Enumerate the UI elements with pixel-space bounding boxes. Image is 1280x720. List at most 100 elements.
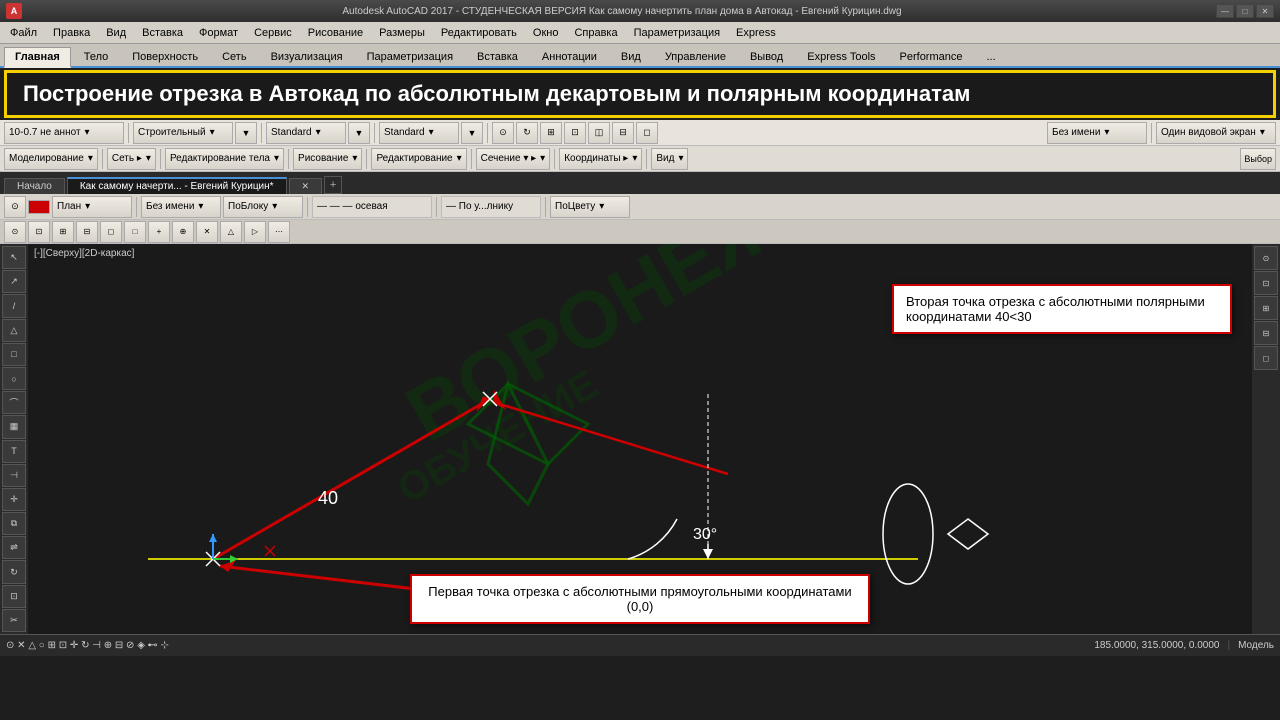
- tab-manage[interactable]: Управление: [654, 47, 737, 66]
- rt-btn3[interactable]: ⊞: [1254, 296, 1278, 320]
- lt-trim[interactable]: ✂: [2, 609, 26, 632]
- tb2-btn5[interactable]: ◻: [100, 221, 122, 243]
- style-btn[interactable]: ▼: [235, 122, 257, 144]
- close-button[interactable]: ✕: [1256, 4, 1274, 18]
- tab-annotations[interactable]: Аннотации: [531, 47, 608, 66]
- rt-btn1[interactable]: ⊙: [1254, 246, 1278, 270]
- menu-modify[interactable]: Редактировать: [433, 25, 525, 41]
- tb2-btn12[interactable]: ⋯: [268, 221, 290, 243]
- tb-btn4[interactable]: ⊡: [564, 122, 586, 144]
- named-view-dropdown[interactable]: Без имени: [1047, 122, 1147, 144]
- tab-performance[interactable]: Performance: [889, 47, 974, 66]
- plot-style-dropdown[interactable]: ПоЦвету: [550, 196, 630, 218]
- tab-solid[interactable]: Тело: [73, 47, 120, 66]
- mesh-group[interactable]: Сеть ▸: [107, 148, 156, 170]
- tb2-btn9[interactable]: ✕: [196, 221, 218, 243]
- menu-draw[interactable]: Рисование: [300, 25, 371, 41]
- tab-home[interactable]: Главная: [4, 47, 71, 68]
- tab-surface[interactable]: Поверхность: [121, 47, 209, 66]
- tab-params[interactable]: Параметризация: [356, 47, 464, 66]
- color-dropdown[interactable]: ПоБлоку: [223, 196, 303, 218]
- edit-dropdown[interactable]: Редактирование: [371, 148, 466, 170]
- view-dropdown2[interactable]: Вид: [651, 148, 688, 170]
- tab-express-tools[interactable]: Express Tools: [796, 47, 886, 66]
- tab-view[interactable]: Вид: [610, 47, 652, 66]
- menu-express[interactable]: Express: [728, 25, 784, 41]
- lt-scale[interactable]: ⊡: [2, 585, 26, 608]
- lt-mirror[interactable]: ⇌: [2, 536, 26, 559]
- annotation-scale-dropdown[interactable]: 10-0.7 не аннот: [4, 122, 124, 144]
- add-tab-button[interactable]: +: [324, 176, 342, 194]
- lt-line[interactable]: /: [2, 294, 26, 317]
- lt-arc[interactable]: ⌒: [2, 391, 26, 414]
- tb-btn3[interactable]: ⊞: [540, 122, 562, 144]
- modeling-dropdown[interactable]: Моделирование: [4, 148, 98, 170]
- standard-btn1[interactable]: ▼: [348, 122, 370, 144]
- layer-dropdown[interactable]: План: [52, 196, 132, 218]
- solid-edit-dropdown[interactable]: Редактирование тела: [165, 148, 284, 170]
- lt-copy[interactable]: ⧉: [2, 512, 26, 535]
- lt-rotate[interactable]: ↻: [2, 560, 26, 583]
- tb2-btn2[interactable]: ⊡: [28, 221, 50, 243]
- tb-btn5[interactable]: ◫: [588, 122, 610, 144]
- tb2-btn10[interactable]: △: [220, 221, 242, 243]
- menu-service[interactable]: Сервис: [246, 25, 300, 41]
- tb2-btn4[interactable]: ⊟: [76, 221, 98, 243]
- linetype-dropdown[interactable]: Без имени: [141, 196, 221, 218]
- lt-move[interactable]: ✛: [2, 488, 26, 511]
- rt-btn5[interactable]: ◻: [1254, 346, 1278, 370]
- tab-output[interactable]: Вывод: [739, 47, 794, 66]
- lt-text[interactable]: T: [2, 440, 26, 463]
- lt-poly[interactable]: △: [2, 319, 26, 342]
- rt-btn4[interactable]: ⊟: [1254, 321, 1278, 345]
- standard-btn2[interactable]: ▼: [461, 122, 483, 144]
- lt-dim[interactable]: ⊣: [2, 464, 26, 487]
- section-dropdown[interactable]: Сечение ▾ ▸: [476, 148, 551, 170]
- draw-dropdown[interactable]: Рисование: [293, 148, 362, 170]
- tab-mesh[interactable]: Сеть: [211, 47, 257, 66]
- doc-tab-start[interactable]: Начало: [4, 178, 65, 194]
- tb2-btn3[interactable]: ⊞: [52, 221, 74, 243]
- viewport-layout-dropdown[interactable]: Один видовой экран: [1156, 122, 1276, 144]
- menu-help[interactable]: Справка: [566, 25, 625, 41]
- coordinates-dropdown[interactable]: Координаты ▸: [559, 148, 642, 170]
- tb2-btn7[interactable]: +: [148, 221, 170, 243]
- layer-icon[interactable]: ⊙: [4, 196, 26, 218]
- lt-pointer[interactable]: ↗: [2, 270, 26, 293]
- tb-btn2[interactable]: ↻: [516, 122, 538, 144]
- tb-btn1[interactable]: ⊙: [492, 122, 514, 144]
- layer-color[interactable]: [28, 200, 50, 214]
- canvas-area[interactable]: [-][Сверху][2D-каркас] ВОРОНЕЖ ОБУЧЕНИЕ: [28, 244, 1252, 634]
- lt-circle[interactable]: ○: [2, 367, 26, 390]
- standard-dropdown2[interactable]: Standard: [379, 122, 459, 144]
- menu-file[interactable]: Файл: [2, 25, 45, 41]
- tb2-btn6[interactable]: □: [124, 221, 146, 243]
- linetype-selector[interactable]: — — — осевая: [312, 196, 432, 218]
- lineweight-selector[interactable]: — По у...лнику: [441, 196, 541, 218]
- lt-select[interactable]: ↖: [2, 246, 26, 269]
- menu-view[interactable]: Вид: [98, 25, 134, 41]
- tb-btn6[interactable]: ⊟: [612, 122, 634, 144]
- menu-edit[interactable]: Правка: [45, 25, 98, 41]
- tab-more[interactable]: ...: [976, 47, 1007, 66]
- tab-insert[interactable]: Вставка: [466, 47, 529, 66]
- style-dropdown[interactable]: Строительный: [133, 122, 233, 144]
- standard-dropdown1[interactable]: Standard: [266, 122, 346, 144]
- menu-params[interactable]: Параметризация: [626, 25, 728, 41]
- tab-visualize[interactable]: Визуализация: [260, 47, 354, 66]
- lt-hatch[interactable]: ▦: [2, 415, 26, 438]
- menu-dimensions[interactable]: Размеры: [371, 25, 433, 41]
- select-btn[interactable]: Выбор: [1240, 148, 1276, 170]
- close-tab[interactable]: ✕: [289, 178, 323, 194]
- tb-btn7[interactable]: ◻: [636, 122, 658, 144]
- tb2-btn11[interactable]: ▷: [244, 221, 266, 243]
- rt-btn2[interactable]: ⊡: [1254, 271, 1278, 295]
- menu-insert[interactable]: Вставка: [134, 25, 191, 41]
- menu-format[interactable]: Формат: [191, 25, 246, 41]
- menu-window[interactable]: Окно: [525, 25, 567, 41]
- tb2-btn8[interactable]: ⊕: [172, 221, 194, 243]
- tb2-btn1[interactable]: ⊙: [4, 221, 26, 243]
- minimize-button[interactable]: —: [1216, 4, 1234, 18]
- doc-tab-drawing[interactable]: Как самому начерти... - Евгений Курицин*: [67, 177, 287, 194]
- lt-rect[interactable]: □: [2, 343, 26, 366]
